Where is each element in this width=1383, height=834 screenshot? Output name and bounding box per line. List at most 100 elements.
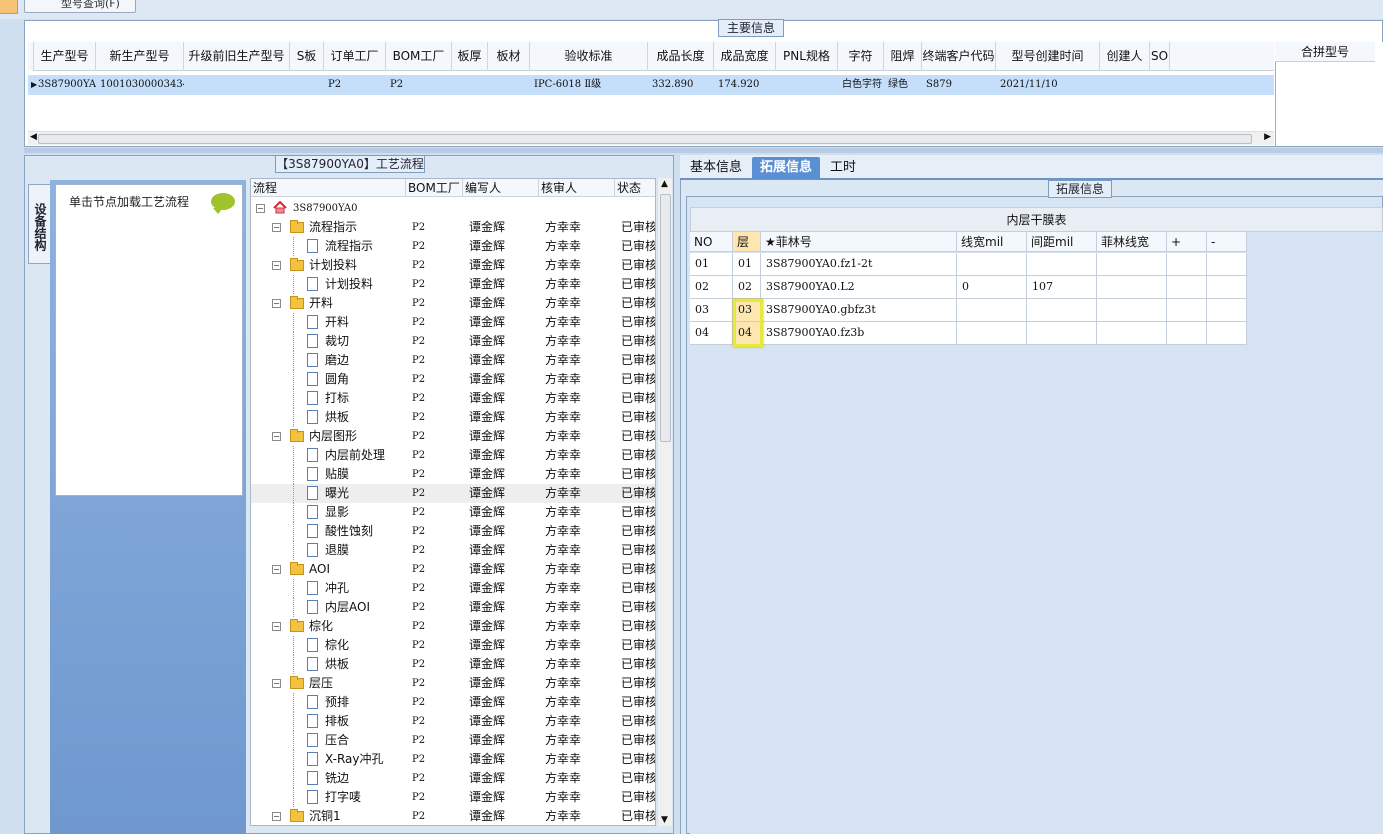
main-col-header[interactable]: 成品宽度 [714, 42, 776, 71]
tree-row[interactable]: 预排 P2 谭金辉 方幸幸 已审核 [251, 693, 655, 712]
tree-row[interactable]: 裁切 P2 谭金辉 方幸幸 已审核 [251, 332, 655, 351]
main-col-header[interactable]: 生产型号 [34, 42, 96, 71]
scroll-down-icon[interactable]: ▼ [661, 815, 668, 825]
tree-row[interactable]: 排板 P2 谭金辉 方幸幸 已审核 [251, 712, 655, 731]
dryfilm-col-header[interactable]: - [1207, 232, 1247, 252]
collapse-icon[interactable]: − [272, 299, 281, 308]
splitter[interactable] [24, 148, 1383, 153]
vscroll-thumb[interactable] [660, 194, 671, 442]
main-col-header[interactable]: 阻焊 [884, 42, 922, 71]
dryfilm-cell[interactable] [1167, 299, 1207, 322]
tab-equipment-structure[interactable]: 设备结构 [28, 184, 50, 264]
dryfilm-cell[interactable]: 3S87900YA0.fz3b [761, 322, 957, 345]
dryfilm-cell[interactable]: 02 [733, 276, 761, 299]
tree-row[interactable]: − 沉铜1 P2 谭金辉 方幸幸 已审核 [251, 807, 655, 825]
tree-row[interactable]: 烘板 P2 谭金辉 方幸幸 已审核 [251, 408, 655, 427]
tree-row[interactable]: 铣边 P2 谭金辉 方幸幸 已审核 [251, 769, 655, 788]
tree-row[interactable]: − 内层图形 P2 谭金辉 方幸幸 已审核 [251, 427, 655, 446]
dryfilm-cell[interactable] [1097, 253, 1167, 276]
main-cell[interactable] [452, 75, 488, 95]
main-col-header[interactable]: 板材 [488, 42, 530, 71]
tree-row[interactable]: 开料 P2 谭金辉 方幸幸 已审核 [251, 313, 655, 332]
dryfilm-cell[interactable] [1207, 322, 1247, 345]
main-cell[interactable]: IPC-6018 Ⅱ级 [530, 75, 648, 95]
dryfilm-cell[interactable] [1207, 276, 1247, 299]
dryfilm-cell[interactable]: 03 [690, 299, 733, 322]
collapse-icon[interactable]: − [256, 204, 265, 213]
dryfilm-cell[interactable] [1097, 299, 1167, 322]
tree-row[interactable]: − AOI P2 谭金辉 方幸幸 已审核 [251, 560, 655, 579]
dryfilm-cell[interactable]: 04 [690, 322, 733, 345]
dryfilm-cell[interactable]: 02 [690, 276, 733, 299]
main-col-header[interactable]: S板 [290, 42, 324, 71]
dryfilm-cell[interactable]: 107 [1027, 276, 1097, 299]
dryfilm-col-header[interactable]: ★菲林号 [761, 232, 957, 252]
tree-row[interactable]: − 棕化 P2 谭金辉 方幸幸 已审核 [251, 617, 655, 636]
collapse-icon[interactable]: − [272, 622, 281, 631]
dryfilm-cell[interactable] [1027, 322, 1097, 345]
main-cell[interactable] [1100, 75, 1150, 95]
collapse-icon[interactable]: − [272, 432, 281, 441]
tree-row[interactable]: 冲孔 P2 谭金辉 方幸幸 已审核 [251, 579, 655, 598]
scroll-up-icon[interactable]: ▲ [661, 179, 668, 189]
main-col-header[interactable]: 型号创建时间 [996, 42, 1100, 71]
main-col-header[interactable]: 验收标准 [530, 42, 648, 71]
scroll-left-icon[interactable]: ◀ [30, 132, 37, 142]
dryfilm-col-header[interactable]: 层 [733, 232, 761, 252]
collapse-icon[interactable]: − [272, 679, 281, 688]
tree-row[interactable]: 内层前处理 P2 谭金辉 方幸幸 已审核 [251, 446, 655, 465]
tree-row[interactable]: − 开料 P2 谭金辉 方幸幸 已审核 [251, 294, 655, 313]
dryfilm-col-header[interactable]: + [1167, 232, 1207, 252]
dryfilm-cell[interactable] [957, 253, 1027, 276]
main-hscrollbar[interactable]: ◀ ▶ [28, 131, 1274, 145]
dryfilm-row[interactable]: 03 03 3S87900YA0.gbfz3t [690, 299, 1247, 322]
main-col-header[interactable]: 终端客户代码 [922, 42, 996, 71]
main-info-row[interactable]: 3S87900YA0 10010300003434 P2 P2 IPC-6018 Ⅱ级 3… [28, 75, 1274, 95]
main-cell[interactable] [1150, 75, 1170, 95]
dryfilm-cell[interactable] [1097, 322, 1167, 345]
tree-row[interactable]: 酸性蚀刻 P2 谭金辉 方幸幸 已审核 [251, 522, 655, 541]
collapse-icon[interactable]: − [272, 565, 281, 574]
main-cell[interactable]: S879 [922, 75, 996, 95]
dryfilm-cell[interactable] [1027, 299, 1097, 322]
main-col-header[interactable]: 成品长度 [648, 42, 714, 71]
main-col-header[interactable]: 订单工厂 [324, 42, 386, 71]
dryfilm-row[interactable]: 02 02 3S87900YA0.L2 0 107 [690, 276, 1247, 299]
tree-row[interactable]: − 计划投料 P2 谭金辉 方幸幸 已审核 [251, 256, 655, 275]
main-cell[interactable] [776, 75, 838, 95]
dryfilm-cell[interactable]: 3S87900YA0.gbfz3t [761, 299, 957, 322]
tab-work-hours[interactable]: 工时 [822, 157, 864, 179]
main-cell[interactable]: 10010300003434 [96, 75, 184, 95]
model-query-button[interactable]: 型号查询(F) [24, 0, 136, 13]
dryfilm-cell[interactable] [1207, 299, 1247, 322]
dryfilm-col-header[interactable]: NO [690, 232, 733, 252]
main-cell[interactable]: 2021/11/10 [996, 75, 1100, 95]
tree-row[interactable]: 磨边 P2 谭金辉 方幸幸 已审核 [251, 351, 655, 370]
tree-row[interactable]: 烘板 P2 谭金辉 方幸幸 已审核 [251, 655, 655, 674]
tree-row[interactable]: 曝光 P2 谭金辉 方幸幸 已审核 [251, 484, 655, 503]
dryfilm-cell[interactable]: 01 [733, 253, 761, 276]
main-col-header[interactable]: PNL规格 [776, 42, 838, 71]
dryfilm-col-header[interactable]: 间距mil [1027, 232, 1097, 252]
tab-extended-info[interactable]: 拓展信息 [752, 157, 821, 179]
dryfilm-cell[interactable]: 0 [957, 276, 1027, 299]
main-cell[interactable] [184, 75, 290, 95]
dryfilm-cell[interactable] [1167, 276, 1207, 299]
main-cell[interactable] [488, 75, 530, 95]
tree-row[interactable]: 贴膜 P2 谭金辉 方幸幸 已审核 [251, 465, 655, 484]
tree-row[interactable]: 退膜 P2 谭金辉 方幸幸 已审核 [251, 541, 655, 560]
dryfilm-cell[interactable] [1167, 322, 1207, 345]
main-col-header[interactable]: SO [1150, 42, 1170, 71]
dryfilm-cell[interactable] [1097, 276, 1167, 299]
scroll-right-icon[interactable]: ▶ [1264, 132, 1271, 142]
dryfilm-cell[interactable]: 01 [690, 253, 733, 276]
collapse-icon[interactable]: − [272, 261, 281, 270]
tree-row[interactable]: 圆角 P2 谭金辉 方幸幸 已审核 [251, 370, 655, 389]
main-col-header[interactable]: 升级前旧生产型号 [184, 42, 290, 71]
tab-basic-info[interactable]: 基本信息 [682, 157, 750, 179]
main-col-header[interactable]: BOM工厂 [386, 42, 452, 71]
main-cell[interactable]: P2 [386, 75, 452, 95]
tree-row[interactable]: − 层压 P2 谭金辉 方幸幸 已审核 [251, 674, 655, 693]
hscroll-thumb[interactable] [38, 134, 1252, 144]
menu-tab-icon[interactable] [0, 0, 18, 14]
